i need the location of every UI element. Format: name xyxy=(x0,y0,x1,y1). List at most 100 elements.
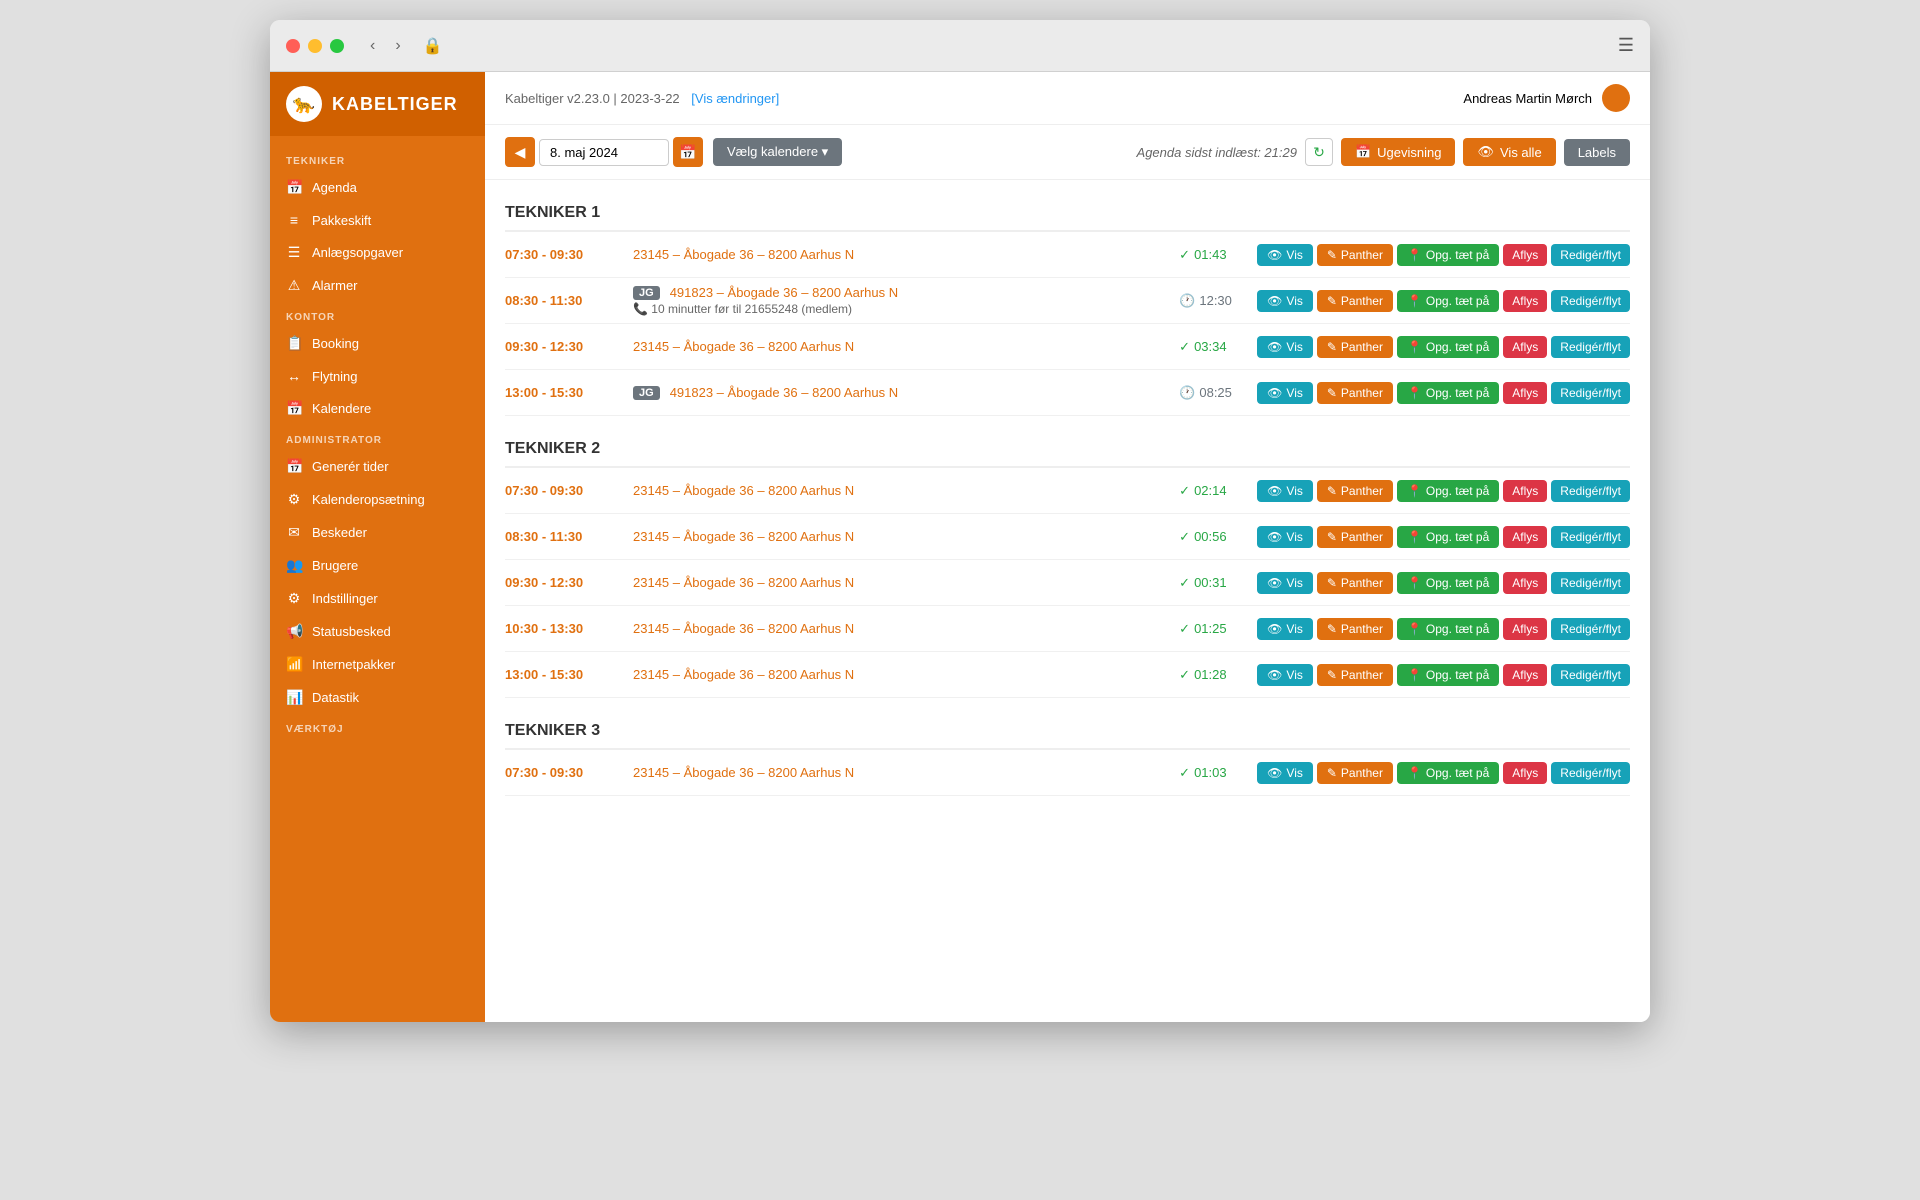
next-date-button[interactable]: 📅 xyxy=(673,137,703,167)
panther-button[interactable]: ✎ Panther xyxy=(1317,572,1393,594)
sidebar-item-internetpakker[interactable]: 📶 Internetpakker xyxy=(270,648,485,681)
sidebar-item-alarmer[interactable]: ⚠ Alarmer xyxy=(270,269,485,302)
opg-button[interactable]: 📍 Opg. tæt på xyxy=(1397,526,1499,548)
vis-button[interactable]: 👁 Vis xyxy=(1257,762,1313,784)
aflys-button[interactable]: Aflys xyxy=(1503,244,1547,266)
panther-button[interactable]: ✎ Panther xyxy=(1317,382,1393,404)
aflys-button[interactable]: Aflys xyxy=(1503,664,1547,686)
maximize-button[interactable] xyxy=(330,39,344,53)
ugevisning-button[interactable]: 📅 Ugevisning xyxy=(1341,138,1456,166)
sidebar-item-statusbesked[interactable]: 📢 Statusbesked xyxy=(270,615,485,648)
appointment-title[interactable]: 23145 – Åbogade 36 – 8200 Aarhus N xyxy=(633,483,854,498)
opg-button[interactable]: 📍 Opg. tæt på xyxy=(1397,382,1499,404)
labels-button[interactable]: Labels xyxy=(1564,139,1630,166)
appointment-title[interactable]: 23145 – Åbogade 36 – 8200 Aarhus N xyxy=(633,667,854,682)
eye-icon: 👁 xyxy=(1477,144,1494,160)
map-icon: 📍 xyxy=(1407,668,1422,682)
opg-button[interactable]: 📍 Opg. tæt på xyxy=(1397,480,1499,502)
panther-button[interactable]: ✎ Panther xyxy=(1317,664,1393,686)
sidebar-item-anlagsopgaver[interactable]: ☰ Anlægsopgaver xyxy=(270,236,485,269)
aflys-button[interactable]: Aflys xyxy=(1503,762,1547,784)
flytning-icon: ↔ xyxy=(286,368,302,384)
rediger-button[interactable]: Redigér/flyt xyxy=(1551,336,1630,358)
panther-button[interactable]: ✎ Panther xyxy=(1317,480,1393,502)
calendar-select-button[interactable]: Vælg kalendere ▾ xyxy=(713,138,842,166)
prev-date-button[interactable]: ◀ xyxy=(505,137,535,167)
sidebar-item-beskeder[interactable]: ✉ Beskeder xyxy=(270,516,485,549)
appointment-title[interactable]: 23145 – Åbogade 36 – 8200 Aarhus N xyxy=(633,621,854,636)
vis-button[interactable]: 👁 Vis xyxy=(1257,336,1313,358)
opg-button[interactable]: 📍 Opg. tæt på xyxy=(1397,244,1499,266)
hamburger-menu-icon[interactable]: ☰ xyxy=(1618,35,1634,56)
sidebar-item-flytning[interactable]: ↔ Flytning xyxy=(270,360,485,392)
aflys-button[interactable]: Aflys xyxy=(1503,290,1547,312)
panther-button[interactable]: ✎ Panther xyxy=(1317,290,1393,312)
sidebar-item-agenda[interactable]: 📅 Agenda xyxy=(270,171,485,204)
aflys-button[interactable]: Aflys xyxy=(1503,618,1547,640)
panther-button[interactable]: ✎ Panther xyxy=(1317,336,1393,358)
vis-button[interactable]: 👁 Vis xyxy=(1257,526,1313,548)
date-input[interactable] xyxy=(539,139,669,166)
refresh-button[interactable]: ↻ xyxy=(1305,138,1333,166)
minimize-button[interactable] xyxy=(308,39,322,53)
appointment-title[interactable]: 23145 – Åbogade 36 – 8200 Aarhus N xyxy=(633,529,854,544)
panther-button[interactable]: ✎ Panther xyxy=(1317,526,1393,548)
aflys-button[interactable]: Aflys xyxy=(1503,526,1547,548)
vis-button[interactable]: 👁 Vis xyxy=(1257,480,1313,502)
aflys-button[interactable]: Aflys xyxy=(1503,572,1547,594)
rediger-button[interactable]: Redigér/flyt xyxy=(1551,244,1630,266)
opg-button[interactable]: 📍 Opg. tæt på xyxy=(1397,618,1499,640)
appointment-row: 08:30 - 11:30JG491823 – Åbogade 36 – 820… xyxy=(505,278,1630,324)
appointment-title[interactable]: 491823 – Åbogade 36 – 8200 Aarhus N xyxy=(670,385,898,400)
appointment-title[interactable]: 23145 – Åbogade 36 – 8200 Aarhus N xyxy=(633,339,854,354)
sidebar-item-brugere[interactable]: 👥 Brugere xyxy=(270,549,485,582)
close-button[interactable] xyxy=(286,39,300,53)
rediger-button[interactable]: Redigér/flyt xyxy=(1551,664,1630,686)
panther-button[interactable]: ✎ Panther xyxy=(1317,244,1393,266)
appointment-title[interactable]: 23145 – Åbogade 36 – 8200 Aarhus N xyxy=(633,765,854,780)
sidebar-item-booking[interactable]: 📋 Booking xyxy=(270,327,485,360)
vis-button[interactable]: 👁 Vis xyxy=(1257,618,1313,640)
sidebar-item-label: Booking xyxy=(312,336,359,351)
sidebar-item-datastik[interactable]: 📊 Datastik xyxy=(270,681,485,714)
opg-button[interactable]: 📍 Opg. tæt på xyxy=(1397,572,1499,594)
rediger-button[interactable]: Redigér/flyt xyxy=(1551,480,1630,502)
vis-button[interactable]: 👁 Vis xyxy=(1257,244,1313,266)
appointment-title[interactable]: 23145 – Åbogade 36 – 8200 Aarhus N xyxy=(633,575,854,590)
back-arrow[interactable]: ‹ xyxy=(364,33,381,59)
appointment-title[interactable]: 23145 – Åbogade 36 – 8200 Aarhus N xyxy=(633,247,854,262)
rediger-button[interactable]: Redigér/flyt xyxy=(1551,762,1630,784)
opg-button[interactable]: 📍 Opg. tæt på xyxy=(1397,664,1499,686)
aflys-button[interactable]: Aflys xyxy=(1503,336,1547,358)
rediger-button[interactable]: Redigér/flyt xyxy=(1551,290,1630,312)
opg-button[interactable]: 📍 Opg. tæt på xyxy=(1397,762,1499,784)
sidebar-item-label: Alarmer xyxy=(312,278,358,293)
panther-button[interactable]: ✎ Panther xyxy=(1317,618,1393,640)
vis-button[interactable]: 👁 Vis xyxy=(1257,664,1313,686)
panther-button[interactable]: ✎ Panther xyxy=(1317,762,1393,784)
rediger-button[interactable]: Redigér/flyt xyxy=(1551,618,1630,640)
appointment-badge: JG xyxy=(633,386,660,400)
forward-arrow[interactable]: › xyxy=(389,33,406,59)
aflys-button[interactable]: Aflys xyxy=(1503,480,1547,502)
vis-button[interactable]: 👁 Vis xyxy=(1257,572,1313,594)
schedule-body: TEKNIKER 107:30 - 09:3023145 – Åbogade 3… xyxy=(485,180,1650,1022)
appointment-title[interactable]: 491823 – Åbogade 36 – 8200 Aarhus N xyxy=(670,285,898,300)
sidebar-item-pakkeskift[interactable]: ≡ Pakkeskift xyxy=(270,204,485,236)
rediger-button[interactable]: Redigér/flyt xyxy=(1551,572,1630,594)
opg-button[interactable]: 📍 Opg. tæt på xyxy=(1397,290,1499,312)
sidebar-item-indstillinger[interactable]: ⚙ Indstillinger xyxy=(270,582,485,615)
rediger-button[interactable]: Redigér/flyt xyxy=(1551,526,1630,548)
changelog-link[interactable]: [Vis ændringer] xyxy=(691,91,779,106)
external-link-icon: ✎ xyxy=(1327,386,1337,400)
vis-alle-button[interactable]: 👁 Vis alle xyxy=(1463,138,1555,166)
sidebar-item-generertider[interactable]: 📅 Generér tider xyxy=(270,450,485,483)
rediger-button[interactable]: Redigér/flyt xyxy=(1551,382,1630,404)
sidebar-item-kalenderopsatning[interactable]: ⚙ Kalenderopsætning xyxy=(270,483,485,516)
vis-button[interactable]: 👁 Vis xyxy=(1257,290,1313,312)
aflys-button[interactable]: Aflys xyxy=(1503,382,1547,404)
vis-button[interactable]: 👁 Vis xyxy=(1257,382,1313,404)
opg-button[interactable]: 📍 Opg. tæt på xyxy=(1397,336,1499,358)
sidebar-item-kalendere[interactable]: 📅 Kalendere xyxy=(270,392,485,425)
status-time: 00:56 xyxy=(1194,529,1227,544)
